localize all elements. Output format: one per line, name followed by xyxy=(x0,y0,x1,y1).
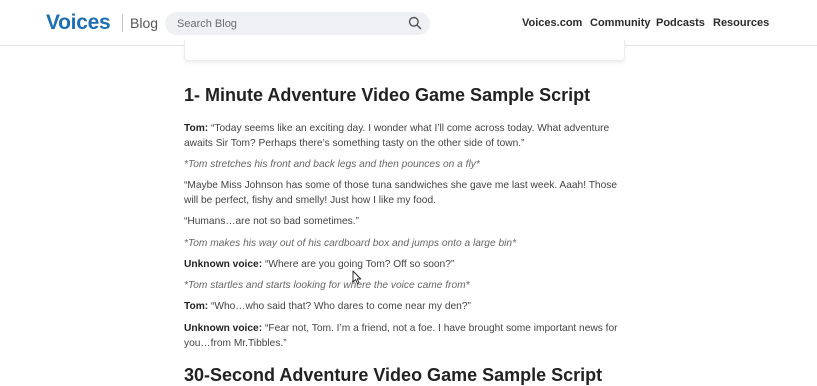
search-box[interactable] xyxy=(165,12,430,35)
nav-resources[interactable]: Resources xyxy=(713,17,769,29)
nav-podcasts[interactable]: Podcasts xyxy=(656,17,705,29)
speaker-label: Tom: xyxy=(184,123,209,134)
speaker-label: Unknown voice: xyxy=(184,323,263,334)
stage-direction: *Tom startles and starts looking for whe… xyxy=(184,280,470,291)
blog-section-label[interactable]: Blog xyxy=(130,15,158,31)
stage-direction: *Tom makes his way out of his cardboard … xyxy=(184,238,517,249)
speaker-label: Tom: xyxy=(184,301,209,312)
section-heading-30-second: 30-Second Adventure Video Game Sample Sc… xyxy=(184,365,603,385)
script-line: Tom: “Today seems like an exciting day. … xyxy=(184,121,624,151)
speaker-label: Unknown voice: xyxy=(184,259,263,270)
dialogue-text: “Who…who said that? Who dares to come ne… xyxy=(208,301,471,312)
script-line: Unknown voice: “Fear not, Tom. I’m a fri… xyxy=(184,321,624,351)
stage-direction: *Tom stretches his front and back legs a… xyxy=(184,159,480,170)
voices-logo[interactable]: Voices xyxy=(46,11,111,35)
script-line: “Maybe Miss Johnson has some of those tu… xyxy=(184,180,618,206)
dialogue-text: “Today seems like an exciting day. I won… xyxy=(184,123,610,149)
search-icon[interactable] xyxy=(408,16,422,30)
script-line: “Humans…are not so bad sometimes.” xyxy=(184,216,359,227)
nav-voices-com[interactable]: Voices.com xyxy=(522,17,582,29)
section-heading-1-minute: 1- Minute Adventure Video Game Sample Sc… xyxy=(184,85,591,105)
search-input[interactable] xyxy=(177,16,397,31)
script-line: Tom: “Who…who said that? Who dares to co… xyxy=(184,299,624,314)
nav-community[interactable]: Community xyxy=(590,17,651,29)
script-line: Unknown voice: “Where are you going Tom?… xyxy=(184,257,624,272)
logo-divider xyxy=(122,14,123,32)
content-card-bottom-edge xyxy=(184,40,625,61)
mouse-cursor-icon xyxy=(352,270,362,285)
dialogue-text: “Where are you going Tom? Off so soon?” xyxy=(262,259,455,270)
